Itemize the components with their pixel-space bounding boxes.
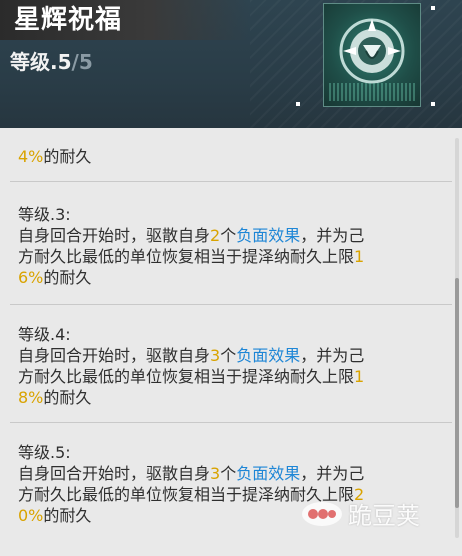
peapod-logo-icon <box>302 502 342 526</box>
text-segment: 方耐久比最低的单位恢复相当于提泽纳耐久上限 <box>18 247 355 266</box>
entry-divider <box>10 422 452 423</box>
text-segment: 自身回合开始时，驱散自身 <box>18 464 211 483</box>
entry-text-line: 自身回合开始时，驱散自身3个负面效果，并为己 <box>18 463 364 484</box>
value-highlight: 1 <box>354 367 365 386</box>
level-5-heading: 等级.5: <box>18 443 71 462</box>
entry-text-line: 方耐久比最低的单位恢复相当于提泽纳耐久上限1 <box>18 246 364 267</box>
watermark: 跪豆荚 <box>300 490 450 530</box>
frame-corner-mark <box>431 6 435 10</box>
entry-text-line: 自身回合开始时，驱散自身3个负面效果，并为己 <box>18 345 364 366</box>
value-highlight: 3 <box>210 464 221 483</box>
value-highlight: 6% <box>18 268 44 287</box>
scrollbar-thumb[interactable] <box>455 278 459 508</box>
frame-corner-mark <box>296 102 300 106</box>
text-segment: 个 <box>220 346 237 365</box>
text-segment: 的耐久 <box>43 388 92 407</box>
text-segment: 的耐久 <box>43 506 92 525</box>
entry-text-line: 0%的耐久 <box>18 505 91 526</box>
entry-text-line: 方耐久比最低的单位恢复相当于提泽纳耐久上限1 <box>18 366 364 387</box>
keyword-highlight: 负面效果 <box>236 464 301 483</box>
entry-text-line: 4%的耐久 <box>18 146 91 167</box>
text-segment: 方耐久比最低的单位恢复相当于提泽纳耐久上限 <box>18 367 355 386</box>
level-3-heading: 等级.3: <box>18 205 71 224</box>
keyword-highlight: 负面效果 <box>236 226 301 245</box>
frame-corner-mark <box>431 102 435 106</box>
keyword-highlight: 负面效果 <box>236 346 301 365</box>
entry-divider <box>10 304 452 305</box>
entry-text-line: 8%的耐久 <box>18 387 91 408</box>
entry-text-line: 自身回合开始时，驱散自身2个负面效果，并为己 <box>18 225 364 246</box>
star-blessing-skill-icon <box>323 3 421 107</box>
value-highlight: 8% <box>18 388 44 407</box>
text-segment: 的耐久 <box>43 268 92 287</box>
value-highlight: 0% <box>18 506 44 525</box>
text-segment: 自身回合开始时，驱散自身 <box>18 346 211 365</box>
skill-header: 星辉祝福 等级.5/5 <box>0 0 462 128</box>
text-segment: ，并为己 <box>300 226 365 245</box>
text-segment: ，并为己 <box>300 346 365 365</box>
skill-level-max: /5 <box>71 50 93 74</box>
value-highlight: 3 <box>210 346 221 365</box>
text-segment: 个 <box>220 226 237 245</box>
level-4-heading: 等级.4: <box>18 325 71 344</box>
watermark-text: 跪豆荚 <box>348 502 420 530</box>
text-segment: 的耐久 <box>43 147 92 166</box>
text-segment: ，并为己 <box>300 464 365 483</box>
value-highlight: 4% <box>18 147 44 166</box>
value-highlight: 2 <box>210 226 221 245</box>
entry-text-line: 6%的耐久 <box>18 267 91 288</box>
text-segment: 个 <box>220 464 237 483</box>
skill-level: 等级.5/5 <box>10 48 93 76</box>
skill-title: 星辉祝福 <box>14 5 123 35</box>
entry-divider <box>10 181 452 182</box>
skill-level-current: 等级.5 <box>10 50 72 74</box>
value-highlight: 1 <box>354 247 365 266</box>
text-segment: 自身回合开始时，驱散自身 <box>18 226 211 245</box>
